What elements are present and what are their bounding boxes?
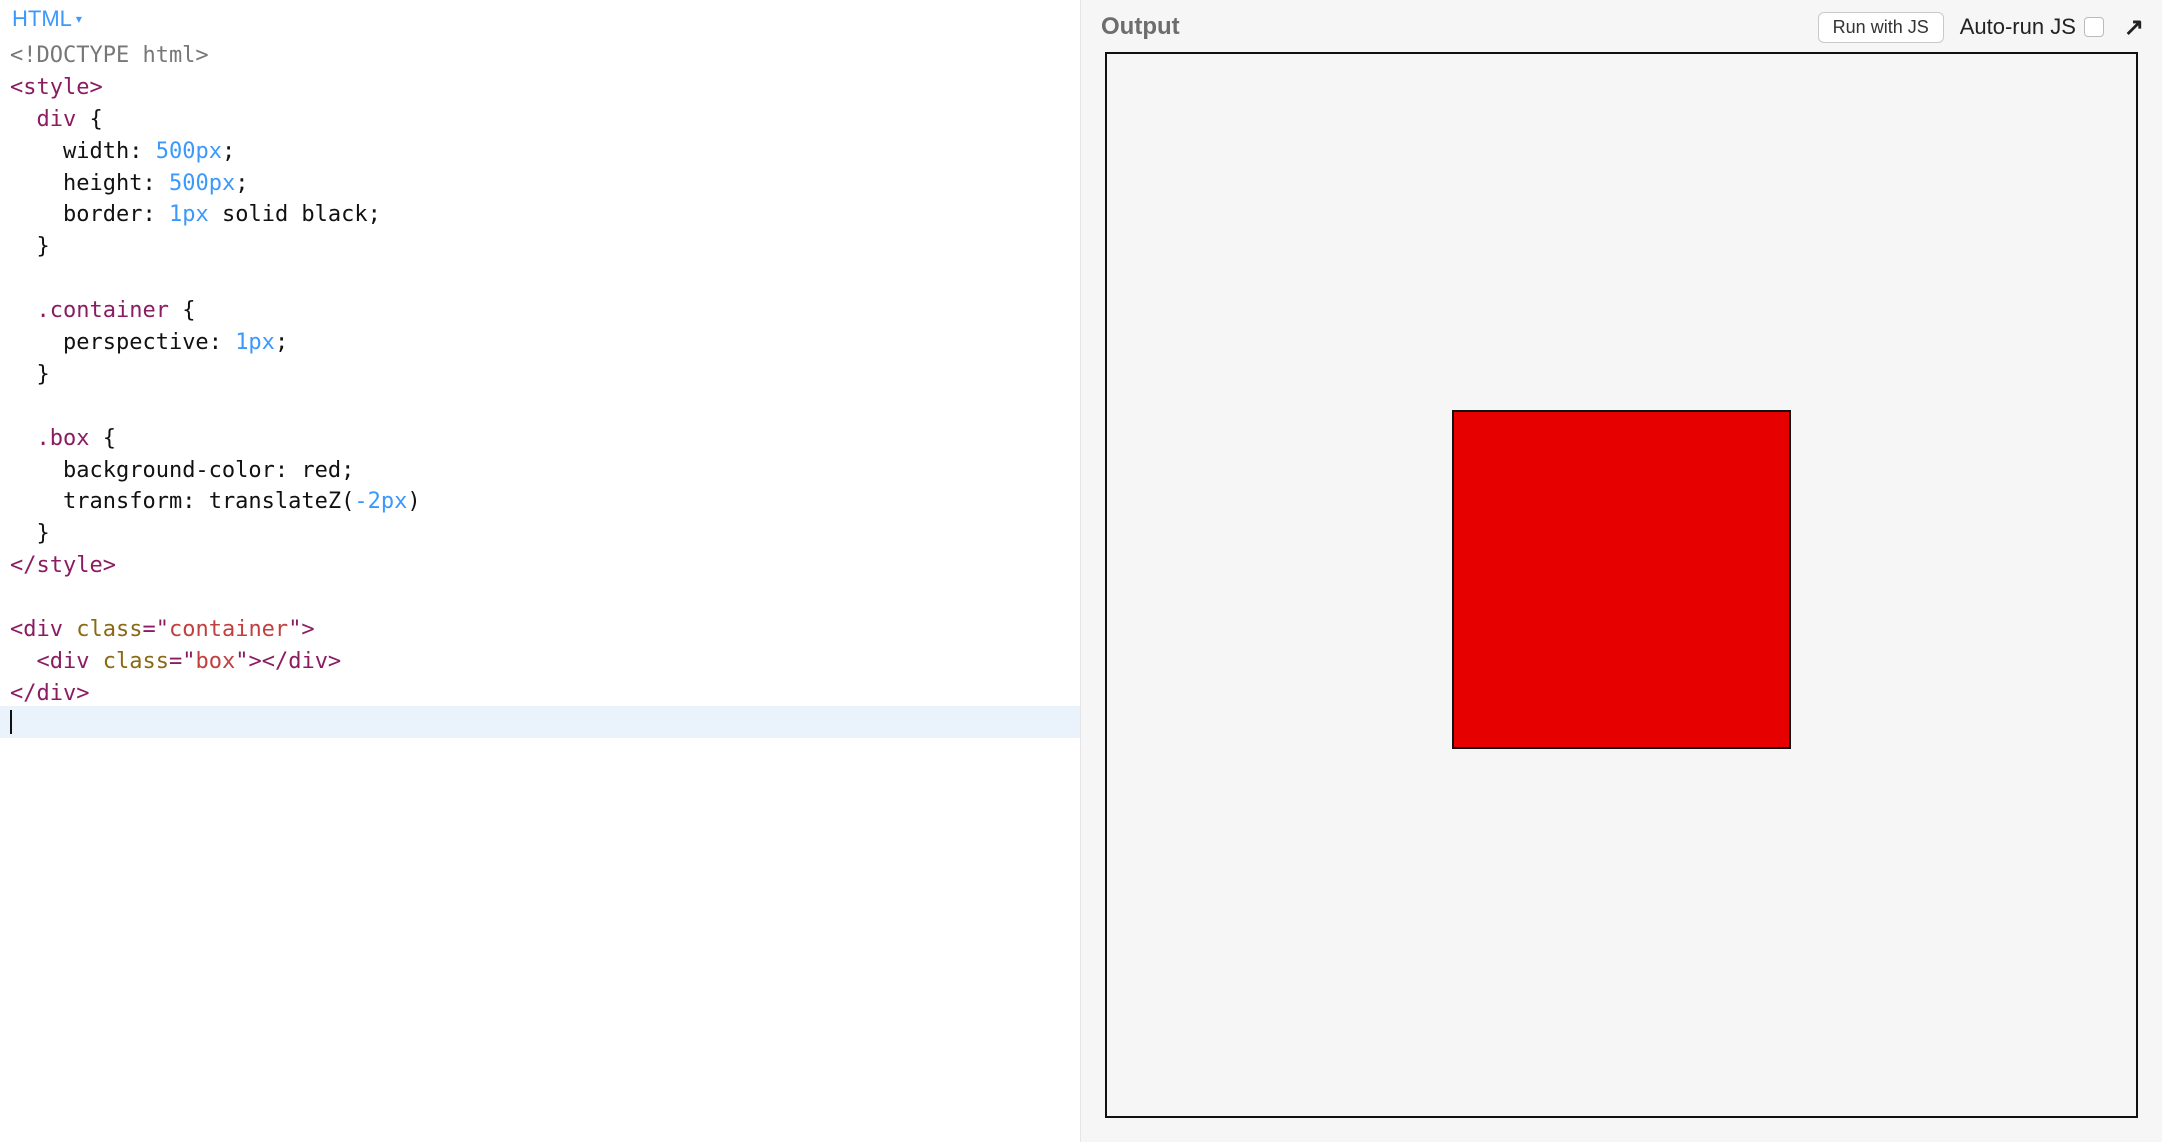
editor-pane: HTML ▾ <!DOCTYPE html> <style> div { wid…: [0, 0, 1081, 1142]
language-selector[interactable]: HTML ▾: [0, 0, 1080, 36]
run-with-js-button[interactable]: Run with JS: [1818, 12, 1944, 43]
preview-box: [1452, 410, 1792, 750]
chevron-down-icon: ▾: [76, 12, 82, 26]
preview-container: [1105, 52, 2138, 1118]
output-header: Output Run with JS Auto-run JS ↗: [1081, 0, 2162, 52]
output-stage: [1081, 52, 2162, 1142]
popout-icon[interactable]: ↗: [2120, 13, 2148, 42]
autorun-toggle[interactable]: Auto-run JS: [1960, 14, 2104, 40]
language-label: HTML: [12, 6, 72, 32]
code-editor[interactable]: <!DOCTYPE html> <style> div { width: 500…: [0, 36, 1080, 1142]
autorun-checkbox[interactable]: [2084, 17, 2104, 37]
autorun-label: Auto-run JS: [1960, 14, 2076, 40]
output-pane: Output Run with JS Auto-run JS ↗: [1081, 0, 2162, 1142]
output-title: Output: [1101, 13, 1180, 41]
